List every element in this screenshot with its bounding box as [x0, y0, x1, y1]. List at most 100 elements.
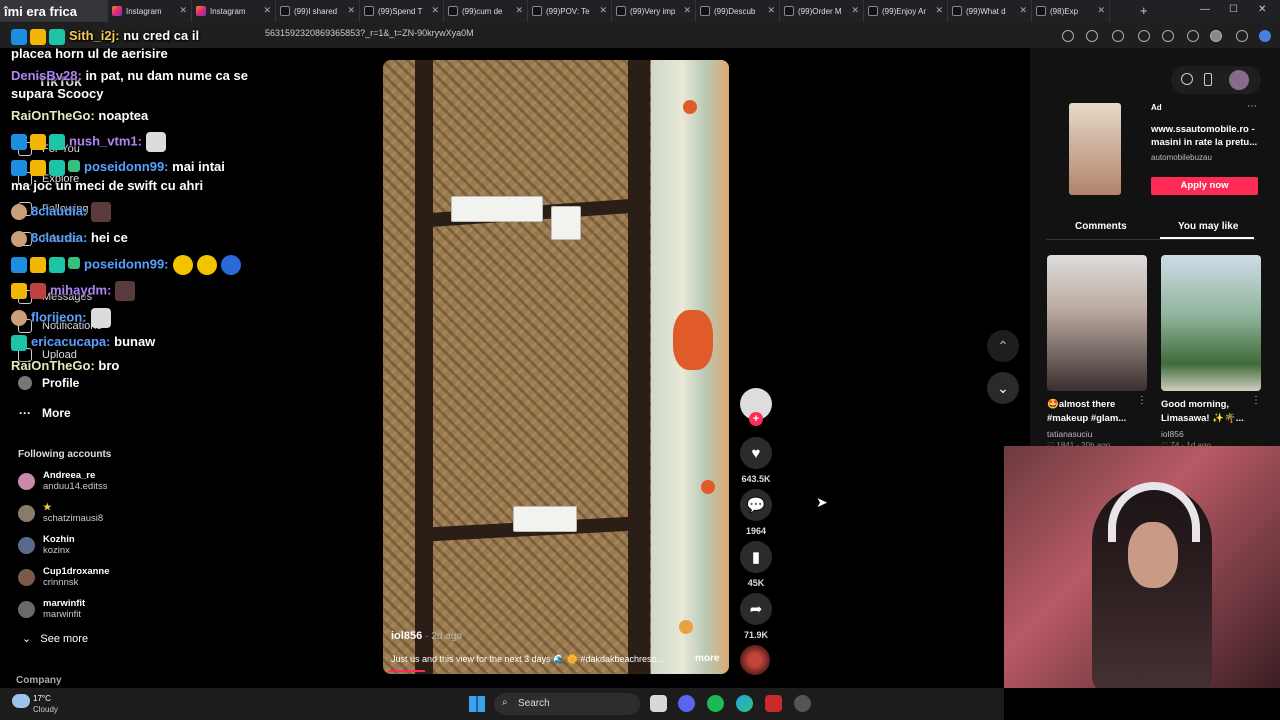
- close-icon[interactable]: ✕: [599, 5, 607, 16]
- profile-avatar[interactable]: [1210, 30, 1222, 42]
- new-tab-button[interactable]: +: [1140, 3, 1148, 18]
- company-link[interactable]: Company: [16, 675, 62, 686]
- cloud-icon[interactable]: [12, 694, 30, 708]
- previous-video-button[interactable]: ⌃: [987, 330, 1019, 362]
- tab-tiktok[interactable]: (99)Spend T ✕: [360, 0, 444, 22]
- more-options-icon[interactable]: ⋮: [1251, 395, 1261, 406]
- close-icon[interactable]: ✕: [935, 5, 943, 16]
- suggested-video-user[interactable]: iol856: [1161, 429, 1184, 439]
- share-button[interactable]: ➦: [740, 593, 772, 625]
- more-options-icon[interactable]: ⋯: [1247, 101, 1257, 112]
- tab-comments[interactable]: Comments: [1075, 221, 1127, 232]
- close-icon[interactable]: ✕: [1097, 5, 1105, 16]
- following-account[interactable]: Andreea_re anduu14.editss: [18, 470, 107, 492]
- tiktok-icon: [784, 6, 794, 16]
- minimize-button[interactable]: —: [1200, 4, 1210, 15]
- chat-message: mihaydm:: [11, 281, 136, 301]
- nav-more[interactable]: ··· More: [18, 406, 71, 420]
- video-player[interactable]: [383, 60, 729, 674]
- following-account[interactable]: ★ schatzimausi8: [18, 502, 103, 524]
- following-account[interactable]: Cup1droxanne crinnnsk: [18, 566, 110, 588]
- tab-tiktok[interactable]: (99)Enjoy Ar ✕: [864, 0, 948, 22]
- chat-message: placea horn ul de aerisire: [11, 46, 168, 61]
- nav-profile[interactable]: Profile: [18, 376, 79, 390]
- edge-icon[interactable]: [736, 695, 753, 712]
- app-icon[interactable]: [765, 695, 782, 712]
- video-author[interactable]: iol856 · 2d ago: [391, 630, 462, 642]
- close-icon[interactable]: ✕: [515, 5, 523, 16]
- spotify-icon[interactable]: [707, 695, 724, 712]
- close-icon[interactable]: ✕: [347, 5, 355, 16]
- refresh-icon[interactable]: [1138, 30, 1150, 42]
- comment-button[interactable]: 💬: [740, 489, 772, 521]
- suggested-video-thumbnail[interactable]: [1161, 255, 1261, 391]
- url-field[interactable]: 5631592320869365853?_r=1&_t=ZN-90krywXya…: [265, 28, 474, 38]
- sidebar-toggle-icon[interactable]: [1062, 30, 1074, 42]
- suggested-video-thumbnail[interactable]: [1047, 255, 1147, 391]
- tab-you-may-like[interactable]: You may like: [1178, 221, 1238, 232]
- favorites-icon[interactable]: [1187, 30, 1199, 42]
- extensions-icon[interactable]: [1162, 30, 1174, 42]
- chevron-up-icon: ⌃: [997, 337, 1009, 354]
- close-icon[interactable]: ✕: [179, 5, 187, 16]
- tab-tiktok[interactable]: (99)Very imp ✕: [612, 0, 696, 22]
- caption-more-button[interactable]: more: [695, 653, 719, 664]
- taskbar-search[interactable]: [494, 693, 640, 715]
- weather-temperature[interactable]: 17°C: [33, 694, 51, 703]
- tab-tiktok[interactable]: (99)What d ✕: [948, 0, 1032, 22]
- more-options-icon[interactable]: ⋮: [1137, 395, 1147, 406]
- close-icon[interactable]: ✕: [431, 5, 439, 16]
- video-progress-bar[interactable]: [389, 670, 425, 672]
- tab-tiktok[interactable]: (99)Order M ✕: [780, 0, 864, 22]
- weather-description[interactable]: Cloudy: [33, 705, 58, 714]
- follow-button[interactable]: +: [749, 412, 763, 426]
- close-icon[interactable]: ✕: [1019, 5, 1027, 16]
- suggested-video-user[interactable]: tatianasuciu: [1047, 429, 1092, 439]
- following-account[interactable]: Kozhin kozinx: [18, 534, 75, 556]
- tab-instagram-2[interactable]: Instagram ✕: [192, 0, 276, 22]
- copilot-icon[interactable]: [1259, 30, 1271, 42]
- extension-icon[interactable]: [1112, 30, 1124, 42]
- close-icon[interactable]: ✕: [767, 5, 775, 16]
- start-button[interactable]: [469, 696, 485, 712]
- like-button[interactable]: ♥: [740, 437, 772, 469]
- window-close-button[interactable]: ✕: [1258, 4, 1266, 15]
- tab-current[interactable]: îmi era frica: [0, 0, 108, 22]
- flower: [679, 620, 693, 634]
- chat-badges: [11, 28, 65, 45]
- suggested-video-caption[interactable]: 🤩almost there #makeup #glam...: [1047, 398, 1142, 426]
- close-icon[interactable]: ✕: [683, 5, 691, 16]
- profile-avatar[interactable]: [1229, 70, 1249, 90]
- chat-message: poseidonn99: mai intai: [11, 159, 225, 176]
- discord-icon[interactable]: [678, 695, 695, 712]
- tab-tiktok[interactable]: (98)Exp ✕: [1032, 0, 1110, 22]
- tab-title: Instagram: [126, 6, 162, 16]
- author-name[interactable]: iol856: [391, 630, 422, 642]
- menu-icon[interactable]: [1236, 30, 1248, 42]
- compass-icon[interactable]: [1181, 73, 1193, 85]
- ad-title[interactable]: www.ssautomobile.ro - masini in rate la …: [1151, 123, 1261, 149]
- search-icon: ⌕: [502, 697, 508, 708]
- following-account[interactable]: marwinfit marwinfit: [18, 598, 85, 620]
- suggested-video-caption[interactable]: Good morning, Limasawa! ✨🌴...: [1161, 398, 1256, 426]
- tab-tiktok[interactable]: (99)I shared ✕: [276, 0, 360, 22]
- music-disc[interactable]: [740, 645, 770, 675]
- save-button[interactable]: ▮: [740, 541, 772, 573]
- ad-image[interactable]: [1069, 103, 1121, 195]
- maximize-button[interactable]: ☐: [1229, 4, 1238, 15]
- tab-tiktok[interactable]: (99)cum de ✕: [444, 0, 528, 22]
- close-icon[interactable]: ✕: [851, 5, 859, 16]
- star-icon[interactable]: [1086, 30, 1098, 42]
- nav-label: Profile: [42, 376, 80, 390]
- phone-icon[interactable]: [1204, 73, 1212, 86]
- chat-username: 8claudia:: [31, 203, 88, 219]
- tab-instagram-1[interactable]: Instagram ✕: [108, 0, 192, 22]
- see-more-button[interactable]: ⌄ See more: [22, 632, 88, 645]
- obs-icon[interactable]: [794, 695, 811, 712]
- tab-tiktok[interactable]: (99)Descub ✕: [696, 0, 780, 22]
- tab-tiktok[interactable]: (99)POV: Te ✕: [528, 0, 612, 22]
- close-icon[interactable]: ✕: [263, 5, 271, 16]
- apply-now-button[interactable]: Apply now: [1151, 177, 1258, 195]
- next-video-button[interactable]: ⌄: [987, 372, 1019, 404]
- file-explorer-icon[interactable]: [650, 695, 667, 712]
